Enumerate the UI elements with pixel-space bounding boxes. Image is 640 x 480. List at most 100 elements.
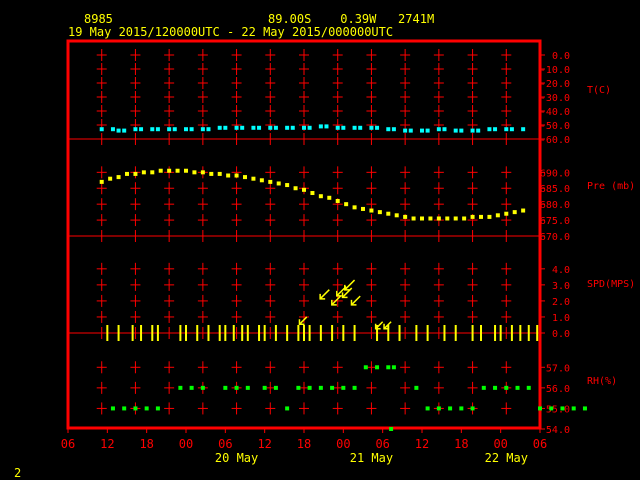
pressure-point	[175, 168, 180, 173]
temperature-point	[335, 125, 340, 130]
temperature-point	[234, 125, 239, 130]
pressure-point	[302, 187, 306, 192]
y-axes: 0.0 -10.0 -20.0 -30.0 -40.0 -50.0 -60.0 T(C) 690…	[540, 51, 635, 436]
x-tick-label: 06	[61, 437, 75, 451]
humidity-point	[436, 406, 441, 411]
humidity-point	[504, 385, 509, 390]
pressure-point	[361, 206, 365, 211]
temperature-point	[307, 125, 312, 130]
y-tick-label: 54.0	[546, 425, 570, 436]
x-tick-label: 00	[336, 437, 350, 451]
temperature-point	[509, 127, 514, 132]
humidity-point	[470, 406, 475, 411]
pressure-point	[259, 178, 264, 183]
temperature-point	[453, 128, 458, 133]
pressure-point	[344, 202, 349, 207]
pressure-point	[369, 208, 374, 213]
pressure-point	[318, 194, 323, 199]
pressure-point	[276, 181, 281, 186]
y-axis-label: SPD(MPS)	[587, 279, 635, 290]
humidity-point	[481, 385, 486, 390]
humidity-point	[363, 365, 368, 370]
crosshair-grid	[96, 49, 512, 415]
pressure-point	[512, 210, 517, 215]
pressure-point	[310, 191, 315, 196]
humidity-point	[155, 406, 160, 411]
pressure-point	[293, 186, 298, 191]
pressure-point	[141, 170, 146, 175]
pressure-point	[487, 214, 492, 219]
humidity-point	[386, 365, 391, 370]
y-tick-label: 0.0	[552, 51, 570, 62]
pressure-point	[352, 205, 357, 210]
pressure-point	[377, 210, 382, 215]
pressure-point	[251, 176, 256, 181]
y-tick-label: 675.0	[540, 216, 570, 227]
pressure-point	[192, 170, 197, 175]
x-tick-label: 12	[100, 437, 114, 451]
wind-arrow	[350, 295, 361, 306]
humidity-point	[526, 385, 531, 390]
humidity-point	[538, 406, 542, 411]
temperature-point	[167, 127, 172, 132]
temperature-point	[223, 125, 228, 130]
x-tick-label: 12	[257, 437, 271, 451]
date-label: 20 May	[215, 451, 258, 465]
y-tick-label: 680.0	[540, 200, 570, 211]
pressure-point	[504, 211, 509, 216]
temperature-point	[436, 127, 441, 132]
humidity-point	[110, 406, 115, 411]
pressure-point	[453, 216, 458, 221]
temperature-point	[122, 128, 127, 133]
y-axis-label: RH(%)	[587, 376, 617, 387]
y-tick-label: 1.0	[552, 313, 570, 324]
y-axis-label: T(C)	[587, 85, 611, 96]
humidity-point	[341, 385, 346, 390]
humidity-point	[318, 385, 323, 390]
humidity-point	[144, 406, 149, 411]
pressure-point	[184, 168, 188, 173]
x-tick-label: 18	[454, 437, 468, 451]
humidity-point	[223, 385, 228, 390]
pressure-point	[470, 214, 475, 219]
temperature-point	[341, 125, 346, 130]
y-tick-label: 690.0	[540, 168, 570, 179]
pressure-point	[209, 171, 214, 176]
y-tick-label: 2.0	[552, 297, 570, 308]
temperature-point	[240, 125, 245, 130]
temperature-point	[268, 125, 273, 130]
temperature-point	[257, 125, 262, 130]
pressure-point	[226, 173, 231, 178]
humidity-point	[425, 406, 430, 411]
pressure-point	[479, 214, 483, 219]
temperature-point	[155, 127, 160, 132]
pressure-point	[462, 216, 467, 221]
pressure-point	[268, 179, 273, 184]
y-tick-label: 57.0	[546, 363, 570, 374]
y-tick-label: -20.0	[540, 79, 570, 90]
humidity-point	[296, 385, 301, 390]
pressure-point	[116, 175, 121, 180]
temperature-point	[139, 127, 144, 132]
temperature-point	[116, 128, 121, 133]
humidity-point	[307, 385, 312, 390]
pressure-point	[234, 173, 239, 178]
y-tick-label: 4.0	[552, 265, 570, 276]
x-tick-label: 00	[493, 437, 507, 451]
temperature-point	[442, 127, 447, 132]
temperature-point	[110, 127, 115, 132]
temperature-point	[476, 128, 481, 133]
temperature-point	[172, 127, 177, 132]
temperature-point	[487, 127, 492, 132]
x-tick-label: 12	[415, 437, 429, 451]
pressure-point	[445, 216, 450, 221]
pressure-point	[243, 175, 247, 180]
temperature-point	[318, 124, 323, 129]
temperature-point	[459, 128, 464, 133]
humidity-point	[133, 406, 138, 411]
humidity-point	[189, 385, 194, 390]
humidity-point	[285, 406, 290, 411]
humidity-point	[571, 406, 576, 411]
humidity-point	[234, 385, 239, 390]
pressure-point	[217, 171, 222, 176]
